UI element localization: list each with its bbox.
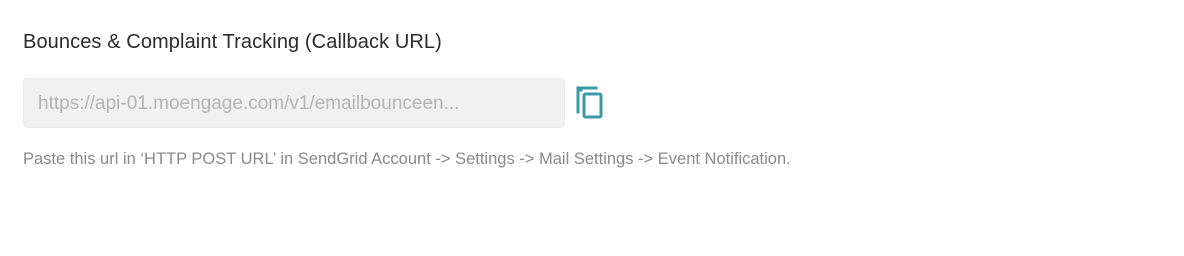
url-field-row: https://api-01.moengage.com/v1/emailboun… xyxy=(23,78,604,128)
callback-url-field[interactable]: https://api-01.moengage.com/v1/emailboun… xyxy=(23,78,565,128)
callback-url-section: Bounces & Complaint Tracking (Callback U… xyxy=(23,28,1123,168)
copy-icon[interactable] xyxy=(576,86,604,120)
help-text: Paste this url in ‘HTTP POST URL’ in Sen… xyxy=(23,150,791,168)
section-title: Bounces & Complaint Tracking (Callback U… xyxy=(23,31,442,53)
